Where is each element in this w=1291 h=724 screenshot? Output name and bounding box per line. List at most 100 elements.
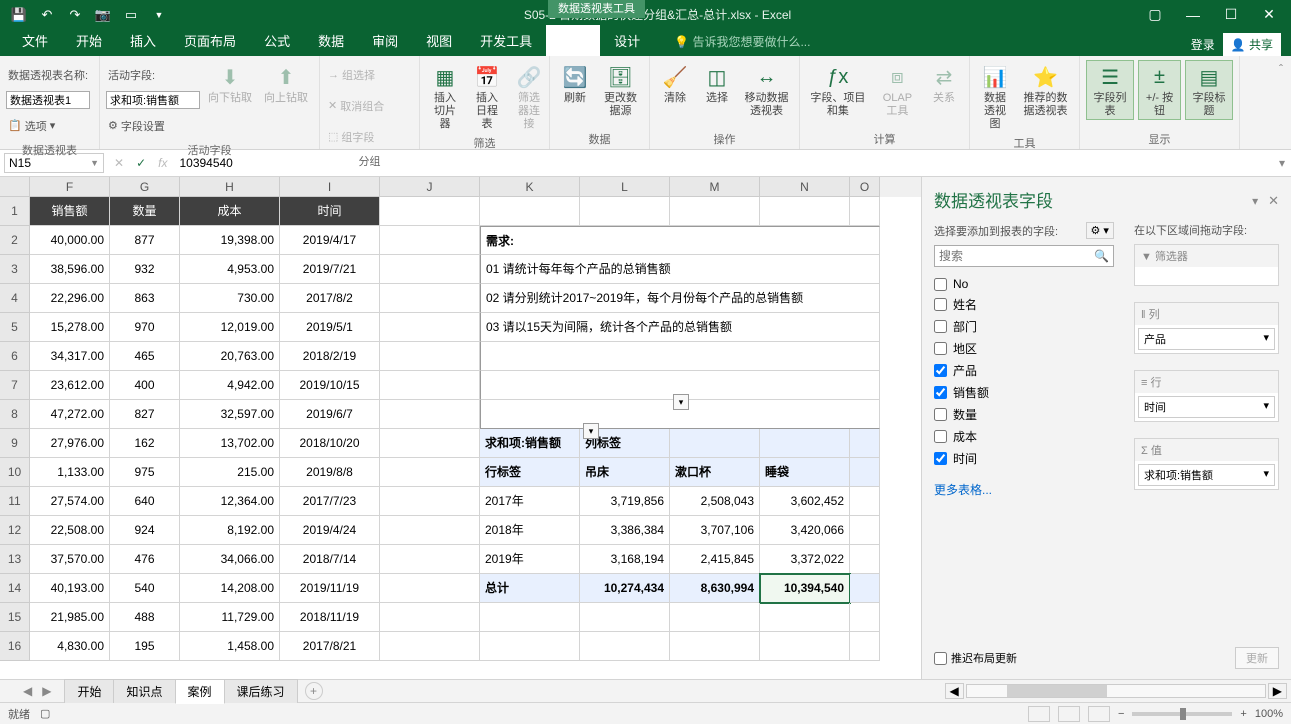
col-header-O[interactable]: O (850, 177, 880, 197)
cell[interactable]: 40,193.00 (30, 574, 110, 603)
fieldpane-gear-icon[interactable]: ⚙ ▾ (1086, 222, 1114, 239)
cell[interactable] (380, 255, 480, 284)
share-button[interactable]: 👤 共享 (1223, 33, 1281, 56)
cell[interactable] (380, 603, 480, 632)
col-header-N[interactable]: N (760, 177, 850, 197)
header-F[interactable]: 销售额 (30, 197, 110, 226)
cell[interactable] (380, 574, 480, 603)
cell[interactable] (580, 603, 670, 632)
zoom-out-icon[interactable]: − (1118, 708, 1124, 720)
cell[interactable]: 400 (110, 371, 180, 400)
cell[interactable]: 32,597.00 (180, 400, 280, 429)
cell[interactable] (850, 632, 880, 661)
cell[interactable] (850, 574, 880, 603)
fieldpane-close-icon[interactable]: ✕ (1268, 193, 1279, 208)
cell[interactable]: 215.00 (180, 458, 280, 487)
cell[interactable] (480, 342, 880, 371)
area-val-item[interactable]: 求和项:销售额▾ (1138, 464, 1275, 486)
row-header-2[interactable]: 2 (0, 226, 30, 255)
cell[interactable]: 4,942.00 (180, 371, 280, 400)
zoom-in-icon[interactable]: + (1240, 708, 1246, 720)
cell[interactable]: 540 (110, 574, 180, 603)
cell[interactable]: 21,985.00 (30, 603, 110, 632)
pivot-val[interactable]: 3,386,384 (580, 516, 670, 545)
cell[interactable]: 2019/6/7 (280, 400, 380, 429)
tell-me[interactable]: 💡 告诉我您想要做什么... (660, 27, 824, 56)
row-header-3[interactable]: 3 (0, 255, 30, 284)
cell[interactable]: 2017/8/21 (280, 632, 380, 661)
select-button[interactable]: ◫选择 (698, 60, 736, 107)
cell[interactable]: 465 (110, 342, 180, 371)
formula-expand-icon[interactable]: ▾ (1273, 156, 1291, 170)
cell[interactable] (380, 400, 480, 429)
cell[interactable] (760, 632, 850, 661)
tab-home[interactable]: 开始 (62, 25, 116, 56)
hscroll-left-icon[interactable]: ◀ (945, 683, 964, 699)
area-row-item[interactable]: 时间▾ (1138, 396, 1275, 418)
ribbon-collapse-icon[interactable]: ˆ (1271, 56, 1291, 149)
col-header-K[interactable]: K (480, 177, 580, 197)
cell[interactable]: 15,278.00 (30, 313, 110, 342)
insert-slicer-button[interactable]: ▦插入切片器 (426, 60, 464, 133)
cell[interactable] (850, 487, 880, 516)
cell[interactable] (850, 458, 880, 487)
sheet-tab-1[interactable]: 开始 (64, 679, 114, 703)
cell[interactable] (480, 632, 580, 661)
zoom-value[interactable]: 100% (1255, 708, 1283, 720)
row-header-5[interactable]: 5 (0, 313, 30, 342)
cell[interactable] (380, 342, 480, 371)
cell[interactable]: 863 (110, 284, 180, 313)
cell[interactable]: 2018/10/20 (280, 429, 380, 458)
cell[interactable]: 162 (110, 429, 180, 458)
cell[interactable] (850, 429, 880, 458)
pm-buttons-button[interactable]: ±+/- 按钮 (1138, 60, 1181, 120)
cell[interactable]: 22,508.00 (30, 516, 110, 545)
header-I[interactable]: 时间 (280, 197, 380, 226)
pivot-val[interactable]: 3,719,856 (580, 487, 670, 516)
tab-data[interactable]: 数据 (304, 25, 358, 56)
minimize-icon[interactable]: — (1175, 4, 1211, 26)
row-header-10[interactable]: 10 (0, 458, 30, 487)
row-header-1[interactable]: 1 (0, 197, 30, 226)
cell[interactable] (480, 197, 580, 226)
col-header-I[interactable]: I (280, 177, 380, 197)
cell[interactable] (760, 603, 850, 632)
cell[interactable] (580, 197, 670, 226)
row-header-11[interactable]: 11 (0, 487, 30, 516)
pivot-val[interactable]: 3,602,452 (760, 487, 850, 516)
cell[interactable]: 195 (110, 632, 180, 661)
cell[interactable]: 34,066.00 (180, 545, 280, 574)
field-headers-button[interactable]: ▤字段标题 (1185, 60, 1233, 120)
cell[interactable]: 19,398.00 (180, 226, 280, 255)
update-button[interactable]: 更新 (1235, 647, 1279, 669)
col-header-M[interactable]: M (670, 177, 760, 197)
cell[interactable]: 12,019.00 (180, 313, 280, 342)
cell[interactable]: 476 (110, 545, 180, 574)
cell[interactable] (670, 632, 760, 661)
sheet-tab-3[interactable]: 案例 (175, 679, 225, 704)
cell[interactable] (380, 313, 480, 342)
pivot-name-input[interactable] (6, 91, 90, 109)
cell[interactable] (760, 197, 850, 226)
cell[interactable]: 970 (110, 313, 180, 342)
redo-icon[interactable]: ↷ (64, 4, 86, 26)
cell[interactable]: 2018/11/19 (280, 603, 380, 632)
pivot-row-1[interactable]: 2018年 (480, 516, 580, 545)
pivot-total-1[interactable]: 8,630,994 (670, 574, 760, 603)
tab-review[interactable]: 审阅 (358, 25, 412, 56)
tab-analyze[interactable]: 分析 (546, 25, 600, 56)
col-header-L[interactable]: L (580, 177, 670, 197)
cell[interactable] (380, 226, 480, 255)
field-list-button[interactable]: ☰字段列表 (1086, 60, 1134, 120)
cell[interactable] (380, 545, 480, 574)
tab-layout[interactable]: 页面布局 (170, 25, 250, 56)
pivot-val[interactable]: 3,168,194 (580, 545, 670, 574)
pivot-col-1[interactable]: 漱口杯 (670, 458, 760, 487)
cell[interactable] (670, 197, 760, 226)
cell[interactable] (670, 429, 760, 458)
field-No[interactable]: No (934, 277, 1114, 291)
cell[interactable] (380, 458, 480, 487)
tab-insert[interactable]: 插入 (116, 25, 170, 56)
field-时间[interactable]: 时间 (934, 450, 1114, 467)
cell[interactable]: 27,976.00 (30, 429, 110, 458)
